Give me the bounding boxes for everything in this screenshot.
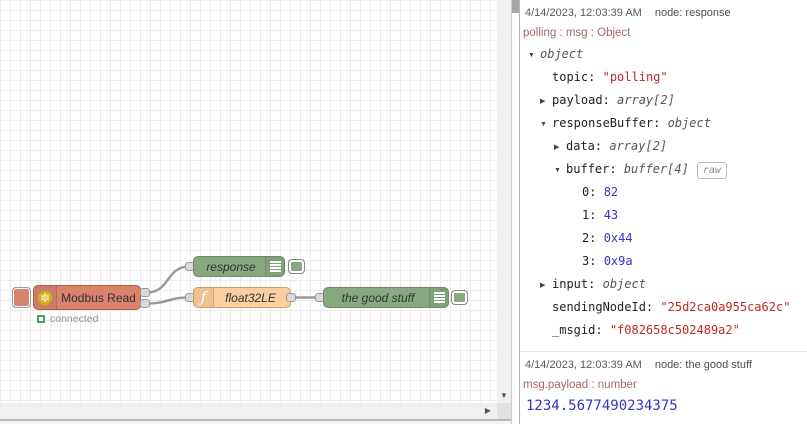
- modbus-output-port-2[interactable]: [140, 299, 150, 308]
- debug-message-meta: msg.payload : number: [523, 379, 637, 391]
- tree-row-payload: ▶ payload: array[2]: [520, 89, 807, 112]
- tree-row-input: ▶ input: object: [520, 273, 807, 296]
- tree-row-buffer-0: 0: 82: [582, 185, 619, 199]
- scrollbar-corner: [497, 403, 511, 419]
- json-tree: ▼ object topic: "polling" ▶ payload: array…: [520, 43, 807, 342]
- response-icon-region: [265, 257, 284, 276]
- goodstuff-debug-toggle[interactable]: [451, 290, 468, 305]
- expand-icon[interactable]: ▶: [554, 136, 566, 159]
- modbus-icon: ✽: [37, 289, 53, 306]
- modbus-status: connected: [37, 313, 98, 325]
- wire-modbus-to-response[interactable]: [146, 265, 190, 294]
- canvas-horizontal-scrollbar[interactable]: ▶: [0, 403, 497, 419]
- node-the-good-stuff[interactable]: the good stuff: [323, 287, 449, 308]
- debug-message-meta: polling : msg : Object: [523, 27, 631, 39]
- tree-row-buffer-1: 1: 43: [582, 208, 619, 222]
- source-node-name: node: the good stuff: [654, 359, 752, 371]
- timestamp: 4/14/2023, 12:03:39 AM: [525, 7, 642, 19]
- source-node-name: node: response: [654, 7, 731, 19]
- collapse-icon[interactable]: ▼: [540, 113, 552, 136]
- debug-sidebar: 4/14/2023, 12:03:39 AM node: response pol…: [520, 0, 807, 424]
- raw-toggle-badge[interactable]: raw: [696, 162, 727, 179]
- debug-list-icon: [433, 292, 445, 303]
- tree-row-buffer-3: 3: 0x9a: [582, 254, 633, 268]
- canvas-vertical-scrollbar[interactable]: ▼: [497, 0, 511, 403]
- function-icon-region: ƒ: [194, 288, 214, 307]
- tree-row-buffer: ▼ buffer: buffer[4] raw: [520, 158, 807, 181]
- expand-icon[interactable]: ▶: [540, 90, 552, 113]
- scroll-right-icon[interactable]: ▶: [485, 406, 491, 415]
- tree-row-buffer-2: 2: 0x44: [582, 231, 633, 245]
- expand-icon[interactable]: ▶: [540, 274, 552, 297]
- scroll-down-icon[interactable]: ▼: [497, 391, 511, 400]
- function-icon: ƒ: [200, 288, 207, 306]
- modbus-node-button[interactable]: [12, 287, 31, 308]
- tree-row-root: ▼ object: [520, 43, 807, 66]
- debug-message-header: 4/14/2023, 12:03:39 AM node: response: [520, 6, 807, 20]
- function-node-label: float32LE: [225, 290, 276, 305]
- node-float32le[interactable]: ƒ float32LE: [193, 287, 291, 308]
- response-debug-toggle[interactable]: [288, 259, 305, 274]
- flow-canvas[interactable]: ✽ Modbus Read connected response ƒ float…: [0, 0, 497, 403]
- tree-row-topic: topic: "polling": [552, 70, 668, 84]
- timestamp: 4/14/2023, 12:03:39 AM: [525, 359, 642, 371]
- modbus-node-label: Modbus Read: [61, 290, 136, 305]
- goodstuff-icon-region: [429, 288, 448, 307]
- collapse-icon[interactable]: ▼: [528, 44, 540, 67]
- debug-list-icon: [269, 261, 281, 272]
- debug-message-header: 4/14/2023, 12:03:39 AM node: the good stu…: [520, 358, 807, 372]
- debug-message-goodstuff: 4/14/2023, 12:03:39 AM node: the good stu…: [520, 352, 807, 424]
- tree-row-responsebuffer: ▼ responseBuffer: object: [520, 112, 807, 135]
- modbus-output-port-1[interactable]: [140, 288, 150, 297]
- status-text: connected: [50, 313, 99, 325]
- sidebar-scrollbar-thumb[interactable]: [512, 0, 519, 13]
- sidebar-splitter[interactable]: [511, 0, 520, 424]
- response-node-label: response: [206, 259, 256, 274]
- node-modbus-read[interactable]: ✽ Modbus Read: [33, 285, 141, 310]
- debug-message-response: 4/14/2023, 12:03:39 AM node: response pol…: [520, 0, 807, 352]
- function-output-port[interactable]: [286, 293, 296, 302]
- payload-number-value: 1234.5677490234375: [526, 398, 678, 414]
- tree-row-msgid: _msgid: "f082658c502489a2": [552, 323, 740, 337]
- tree-row-sendingnodeid: sendingNodeId: "25d2ca0a955ca62c": [552, 300, 791, 314]
- wire-layer: [146, 265, 319, 305]
- modbus-icon-region: ✽: [34, 286, 57, 309]
- status-connected-icon: [37, 315, 45, 323]
- wire-modbus-to-function[interactable]: [146, 296, 190, 305]
- collapse-icon[interactable]: ▼: [554, 159, 566, 182]
- tree-row-data: ▶ data: array[2]: [520, 135, 807, 158]
- node-response[interactable]: response: [193, 256, 285, 277]
- goodstuff-node-label: the good stuff: [341, 290, 415, 305]
